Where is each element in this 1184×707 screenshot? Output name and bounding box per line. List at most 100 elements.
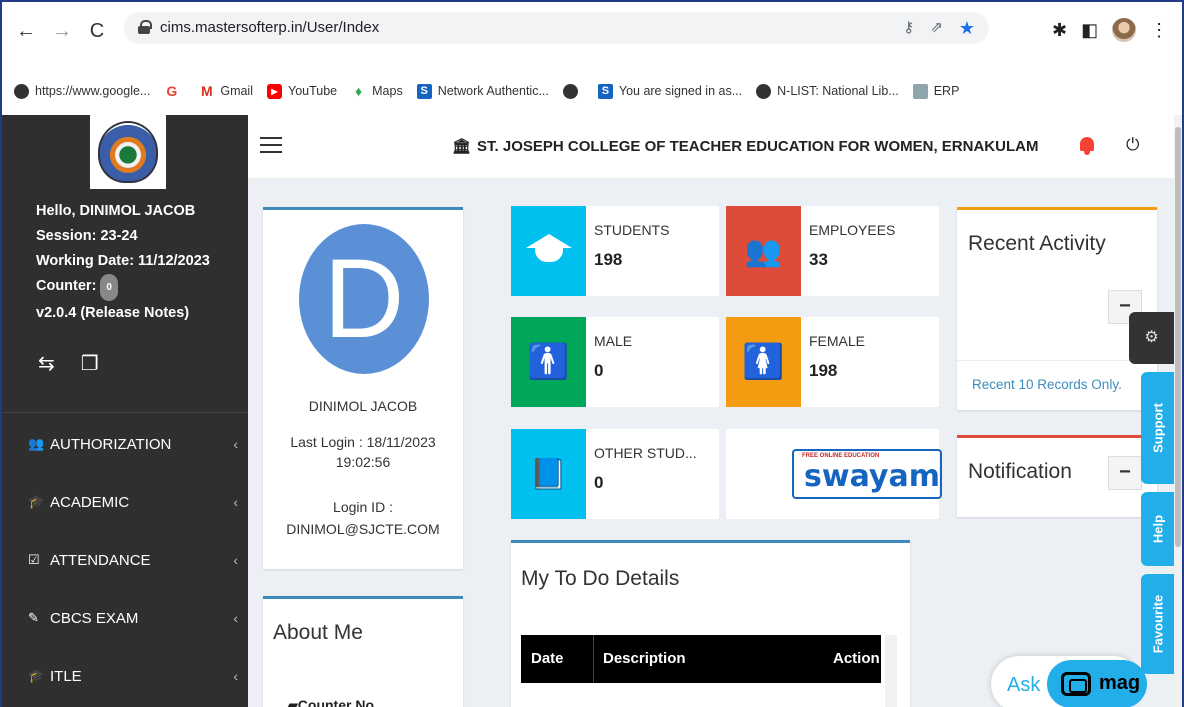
hamburger-menu-icon[interactable]: [260, 137, 282, 153]
graduation-cap-icon: 🎓: [28, 494, 45, 509]
about-title: About Me: [273, 621, 363, 644]
hello-text: Hello, DINIMOL JACOB: [36, 203, 196, 219]
scroll-thumb[interactable]: [1175, 127, 1181, 547]
power-icon[interactable]: ⏻: [1126, 135, 1139, 155]
profile-card: D DINIMOL JACOB Last Login : 18/11/2023 …: [263, 207, 463, 569]
copy-icon[interactable]: ❐: [81, 351, 99, 376]
help-tab[interactable]: Help: [1141, 492, 1174, 566]
bookmark-google[interactable]: G: [164, 83, 185, 99]
recent-footer-link[interactable]: Recent 10 Records Only.: [972, 377, 1122, 392]
profile-avatar-icon[interactable]: [1112, 18, 1137, 42]
sidebar-item-authorization[interactable]: 👥 AUTHORIZATION ‹: [2, 415, 248, 473]
session-text: Session: 23-24: [36, 228, 138, 244]
s-icon: S: [416, 83, 432, 99]
book-icon: 📘: [511, 429, 586, 519]
checkbox-icon: ☑: [28, 552, 40, 567]
puzzle-icon[interactable]: ✱: [1052, 20, 1067, 41]
chevron-left-icon: ‹: [233, 494, 238, 510]
settings-gear-icon[interactable]: ⚙: [1129, 312, 1174, 364]
reload-icon[interactable]: C: [88, 20, 106, 43]
stat-employees[interactable]: 👥 EMPLOYEES 33: [726, 206, 939, 296]
sidebar-item-itle[interactable]: 🎓 ITLE ‹: [2, 647, 248, 705]
bookmark-maps[interactable]: ♦ Maps: [351, 83, 403, 99]
extension-icons: ✱ ◧ ⋮: [1052, 18, 1168, 42]
mag-chatbot[interactable]: mag: [1047, 660, 1147, 707]
sidebar-tools: ⇆ ❐: [38, 351, 99, 376]
graduation-cap-icon: [511, 206, 586, 296]
back-icon[interactable]: ←: [16, 20, 36, 43]
globe-icon: [756, 83, 772, 99]
users-icon: 👥: [28, 436, 45, 451]
col-date[interactable]: Date: [531, 650, 564, 667]
profile-name: DINIMOL JACOB: [308, 398, 418, 414]
s-icon: S: [597, 83, 613, 99]
sidebar: Hello, DINIMOL JACOB Session: 23-24 Work…: [2, 115, 248, 707]
counter-badge: 0: [100, 274, 118, 301]
bookmark-star-icon[interactable]: ★: [959, 18, 975, 39]
notification-card: Notification −: [957, 435, 1157, 517]
recent-title: Recent Activity: [968, 232, 1106, 255]
college-crest-icon: [98, 121, 158, 183]
institution-icon: 🏛: [452, 138, 472, 155]
youtube-icon: ▶: [267, 83, 282, 99]
col-action[interactable]: Action: [833, 650, 880, 667]
bookmark-google-search[interactable]: https://www.google...: [14, 83, 150, 99]
todo-card: My To Do Details Date Description Action: [511, 540, 910, 707]
bookmark-youtube[interactable]: ▶ YouTube: [267, 83, 337, 99]
share-icon[interactable]: ⇗: [930, 18, 943, 39]
sidebar-item-academic[interactable]: 🎓 ACADEMIC ‹: [2, 473, 248, 531]
sidebar-item-attendance[interactable]: ☑ ATTENDANCE ‹: [2, 531, 248, 589]
kebab-menu-icon[interactable]: ⋮: [1150, 20, 1168, 41]
erp-icon: [912, 83, 928, 99]
gmail-icon: M: [201, 82, 213, 99]
todo-table-header: Date Description Action: [521, 635, 881, 683]
last-login: Last Login : 18/11/2023 19:02:56: [290, 434, 436, 470]
forward-icon[interactable]: →: [52, 20, 72, 43]
version-link[interactable]: v2.0.4 (Release Notes): [36, 301, 210, 326]
college-title: 🏛 ST. JOSEPH COLLEGE OF TEACHER EDUCATION…: [452, 138, 1039, 155]
bookmark-globe[interactable]: [562, 83, 584, 99]
support-tab[interactable]: Support: [1141, 372, 1174, 484]
graduation-cap-icon: 🎓: [28, 668, 45, 683]
stat-students[interactable]: STUDENTS 198: [511, 206, 719, 296]
todo-scrollbar[interactable]: [885, 635, 897, 707]
stat-other-students[interactable]: 📘 OTHER STUD... 0: [511, 429, 719, 519]
college-logo: [90, 115, 166, 189]
chevron-left-icon: ‹: [233, 610, 238, 626]
page-scrollbar[interactable]: [1174, 115, 1182, 707]
stat-male[interactable]: 🚹 MALE 0: [511, 317, 719, 407]
user-info: Hello, DINIMOL JACOB Session: 23-24 Work…: [36, 199, 210, 326]
bookmark-erp[interactable]: ERP: [912, 83, 959, 99]
swayam-banner[interactable]: FREE ONLINE EDUCATION swayam: [726, 429, 942, 519]
chevron-left-icon: ‹: [233, 436, 238, 452]
female-icon: 🚺: [726, 317, 801, 407]
recent-activity-card: Recent Activity − Recent 10 Records Only…: [957, 207, 1157, 410]
refresh-icon[interactable]: ⇆: [38, 351, 55, 376]
bookmark-nlist[interactable]: N-LIST: National Lib...: [756, 83, 899, 99]
address-bar[interactable]: cims.mastersofterp.in/User/Index ⚷ ⇗ ★: [124, 12, 989, 44]
col-description[interactable]: Description: [603, 650, 686, 667]
chevron-left-icon: ‹: [233, 668, 238, 684]
about-me-card: About Me ▰Counter No: [263, 596, 463, 707]
favourite-tab[interactable]: Favourite: [1141, 574, 1174, 674]
bookmark-gmail[interactable]: M Gmail: [199, 82, 253, 99]
url-text[interactable]: cims.mastersofterp.in/User/Index: [160, 19, 379, 36]
book-icon: ▰: [287, 697, 298, 707]
key-icon[interactable]: ⚷: [903, 18, 914, 39]
stat-female[interactable]: 🚺 FEMALE 198: [726, 317, 939, 407]
notification-bell-icon[interactable]: [1078, 135, 1096, 155]
ask-label: Ask: [1007, 674, 1041, 696]
bookmark-signed-in[interactable]: S You are signed in as...: [597, 83, 742, 99]
lock-icon[interactable]: [138, 20, 152, 34]
sidebar-item-cbcs-exam[interactable]: ✎ CBCS EXAM ‹: [2, 589, 248, 647]
globe-icon: [14, 83, 29, 99]
edit-icon: ✎: [28, 610, 39, 625]
nav-buttons: ← → C: [16, 20, 106, 43]
collapse-notification-button[interactable]: −: [1108, 456, 1142, 490]
sidepanel-icon[interactable]: ◧: [1081, 20, 1098, 41]
notification-title: Notification: [968, 460, 1072, 483]
male-icon: 🚹: [511, 317, 586, 407]
browser-toolbar: ← → C cims.mastersofterp.in/User/Index ⚷…: [2, 2, 1182, 68]
bookmark-network-auth[interactable]: S Network Authentic...: [416, 83, 549, 99]
chatbot-launcher[interactable]: Ask mag: [991, 656, 1147, 707]
